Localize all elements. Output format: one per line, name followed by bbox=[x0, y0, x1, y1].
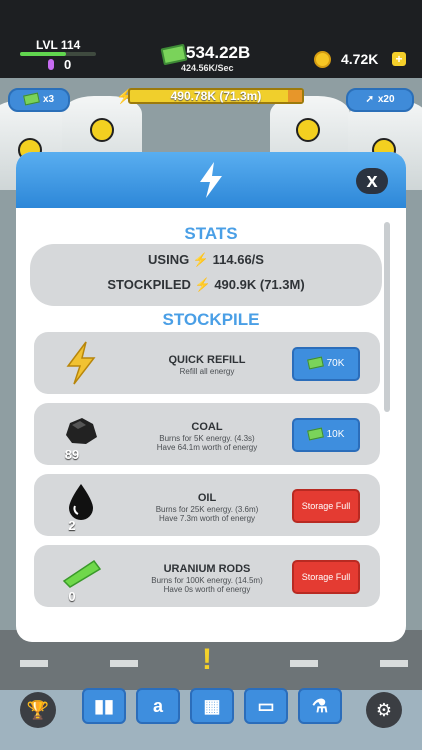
amazon-icon[interactable]: a bbox=[136, 688, 180, 724]
multiplier-right-label: x20 bbox=[377, 94, 395, 105]
button-label: 10K bbox=[326, 429, 345, 440]
gem-count: 0 bbox=[64, 57, 72, 72]
alert-icon: ! bbox=[202, 643, 212, 676]
close-button[interactable]: x bbox=[356, 168, 388, 194]
stockpiled-line: STOCKPILED ⚡ 490.9K (71.3M) bbox=[30, 277, 382, 293]
stats-title: STATS bbox=[184, 224, 238, 243]
chart-icon[interactable]: ▮▮ bbox=[82, 688, 126, 724]
coin-icon bbox=[314, 51, 331, 68]
add-coins-button[interactable]: + bbox=[392, 52, 406, 66]
using-line: USING ⚡ 114.66/S bbox=[30, 252, 382, 268]
briefcase-icon[interactable]: ▭ bbox=[244, 688, 288, 724]
stockpiled-value: 490.9K (71.3M) bbox=[214, 277, 305, 292]
lightning-icon: ⚡ bbox=[192, 252, 210, 267]
lightning-icon: ⚡ bbox=[194, 277, 211, 292]
cash-icon bbox=[23, 92, 40, 106]
storage-full-oil-button[interactable]: Storage Full bbox=[292, 489, 360, 523]
button-label: 70K bbox=[326, 358, 345, 369]
multiplier-left-button[interactable]: x3 bbox=[8, 88, 70, 112]
stockpile-item-oil: 2 OIL Burns for 25K energy. (3.6m) Have … bbox=[34, 474, 380, 536]
cash-icon bbox=[306, 356, 324, 370]
level-progress-fill bbox=[20, 52, 66, 56]
coin-amount: 4.72K bbox=[341, 51, 379, 67]
cash-icon bbox=[306, 427, 324, 441]
radiation-icon bbox=[90, 118, 114, 142]
radiation-icon bbox=[296, 118, 320, 142]
cash-amount: 534.22B bbox=[186, 43, 251, 62]
lane-marking bbox=[290, 660, 318, 667]
cash-rate: 424.56K/Sec bbox=[181, 63, 234, 73]
buy-quick-refill-button[interactable]: 70K bbox=[292, 347, 360, 381]
trophy-icon[interactable]: 🏆 bbox=[20, 692, 56, 728]
stockpile-item-coal: 89 COAL Burns for 5K energy. (4.3s) Have… bbox=[34, 403, 380, 465]
stockpiled-label: STOCKPILED bbox=[107, 277, 191, 292]
stats-panel: USING ⚡ 114.66/S STOCKPILED ⚡ 490.9K (71… bbox=[30, 244, 382, 306]
lane-marking bbox=[110, 660, 138, 667]
flask-icon[interactable]: ⚗ bbox=[298, 688, 342, 724]
storage-full-uranium-button[interactable]: Storage Full bbox=[292, 560, 360, 594]
buy-coal-button[interactable]: 10K bbox=[292, 418, 360, 452]
multiplier-right-button[interactable]: ➚ x20 bbox=[346, 88, 414, 112]
using-label: USING bbox=[148, 252, 190, 267]
cursor-icon: ➚ bbox=[365, 94, 374, 105]
scrollbar[interactable] bbox=[384, 222, 390, 412]
modal-header: x bbox=[16, 152, 406, 208]
gear-icon[interactable]: ⚙ bbox=[366, 692, 402, 728]
lane-marking bbox=[20, 660, 48, 667]
stockpile-modal: x STATS USING ⚡ 114.66/S STOCKPILED ⚡ 49… bbox=[16, 152, 406, 642]
stockpile-item-uranium-rods: 0 URANIUM RODS Burns for 100K energy. (1… bbox=[34, 545, 380, 607]
stockpile-item-quick-refill: QUICK REFILL Refill all energy 70K bbox=[34, 332, 380, 394]
building-icon[interactable]: ▦ bbox=[190, 688, 234, 724]
level-label: LVL 114 bbox=[36, 38, 81, 52]
using-value: 114.66/S bbox=[212, 252, 264, 267]
energy-bar-text: 490.78K (71.3m) bbox=[170, 89, 262, 103]
stockpile-title: STOCKPILE bbox=[162, 310, 260, 329]
lightning-icon bbox=[200, 162, 222, 198]
lane-marking bbox=[380, 660, 408, 667]
multiplier-left-label: x3 bbox=[42, 94, 55, 105]
gem-icon bbox=[48, 59, 54, 70]
